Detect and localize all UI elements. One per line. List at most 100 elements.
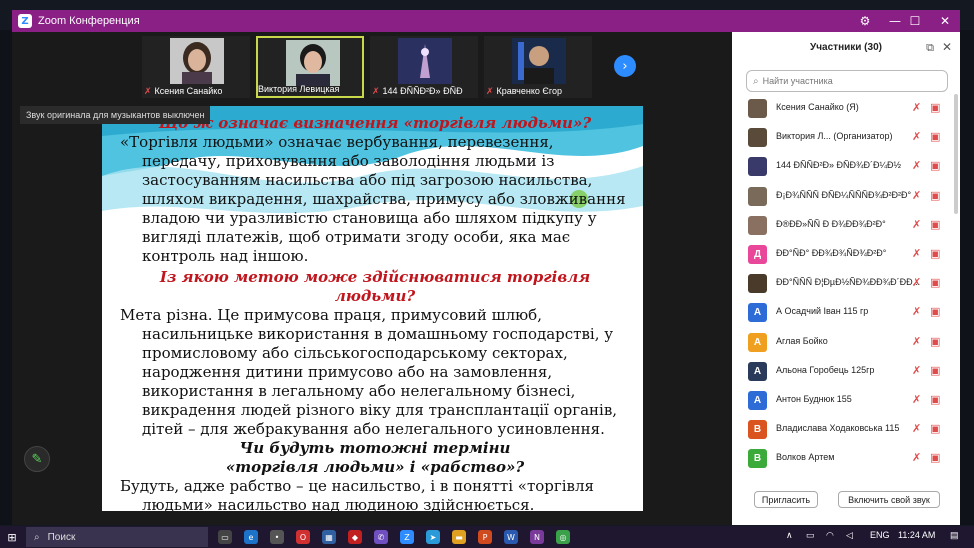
- avatar: А: [748, 332, 767, 352]
- windows-start-icon[interactable]: ⊞: [6, 531, 18, 544]
- word-icon[interactable]: W: [504, 530, 518, 544]
- popout-icon[interactable]: ⧉: [926, 41, 934, 55]
- task-view-icon[interactable]: ▭: [218, 530, 232, 544]
- participant-video-icon: [512, 38, 566, 84]
- telegram-icon[interactable]: ➤: [426, 530, 440, 544]
- slide-paragraph: «Торгівля людьми» означає вербування, пе…: [120, 133, 626, 265]
- video-off-icon[interactable]: ▣: [930, 130, 940, 143]
- video-off-icon[interactable]: ▣: [930, 364, 940, 377]
- participant-search[interactable]: ⌕: [746, 70, 948, 92]
- thumbnail-name: 144 ÐÑÑÐ²Ð» ÐÑÐ: [382, 86, 463, 96]
- mic-off-icon[interactable]: ✗: [912, 159, 921, 172]
- mic-off-icon[interactable]: ✗: [912, 451, 921, 464]
- video-off-icon[interactable]: ▣: [930, 393, 940, 406]
- video-off-icon[interactable]: ▣: [930, 218, 940, 231]
- participant-row[interactable]: А Альона Горобець 125гр ✗ ▣: [732, 357, 960, 386]
- app-icon[interactable]: •: [270, 530, 284, 544]
- participant-row[interactable]: Ð¡Ð¾ÑÑÑ ÐÑÐ¼ÑÑÑÐ¾Ð²Ð²Ð° ✗ ▣: [732, 182, 960, 211]
- participant-row[interactable]: А Аглая Бойко ✗ ▣: [732, 328, 960, 357]
- volume-icon[interactable]: ◁: [846, 530, 853, 541]
- video-off-icon[interactable]: ▣: [930, 247, 940, 260]
- participant-row[interactable]: А Антон Буднюк 155 ✗ ▣: [732, 386, 960, 415]
- slide-heading: Чи будуть тотожні терміни «торгівля людь…: [225, 439, 525, 476]
- powerpoint-icon[interactable]: P: [478, 530, 492, 544]
- video-off-icon[interactable]: ▣: [930, 451, 940, 464]
- video-thumbnail[interactable]: ✗ Ксения Санайко: [142, 36, 250, 98]
- mic-off-icon[interactable]: ✗: [912, 335, 921, 348]
- mic-off-icon[interactable]: ✗: [912, 218, 921, 231]
- app-icon[interactable]: ◆: [348, 530, 362, 544]
- video-off-icon[interactable]: ▣: [930, 189, 940, 202]
- unmute-self-button[interactable]: Включить свой звук: [838, 491, 940, 508]
- wifi-icon[interactable]: ◠: [826, 530, 834, 541]
- video-off-icon[interactable]: ▣: [930, 276, 940, 289]
- participant-list-scrollbar[interactable]: [954, 94, 958, 214]
- mic-off-icon: ✗: [486, 85, 494, 96]
- participant-name: Ксения Санайко (Я): [776, 102, 859, 112]
- video-off-icon[interactable]: ▣: [930, 159, 940, 172]
- thumbnail-name: Ксения Санайко: [154, 86, 223, 96]
- invite-button[interactable]: Пригласить: [754, 491, 818, 508]
- mic-off-icon[interactable]: ✗: [912, 364, 921, 377]
- viber-icon[interactable]: ✆: [374, 530, 388, 544]
- edge-icon[interactable]: e: [244, 530, 258, 544]
- onenote-icon[interactable]: N: [530, 530, 544, 544]
- settings-icon[interactable]: ⚙: [850, 10, 880, 32]
- language-indicator[interactable]: ENG: [870, 530, 890, 540]
- participant-row[interactable]: Ð®ÐÐ»ÑÑ Ð Ð¾ÐÐ¾Ð²Ð° ✗ ▣: [732, 211, 960, 240]
- participant-list: Ксения Санайко (Я) ✗ ▣ Виктория Л... (Орган…: [732, 94, 960, 484]
- mic-off-icon[interactable]: ✗: [912, 422, 921, 435]
- participant-row[interactable]: ÐÐ°ÑÑÑ Ð¦ÐµÐ½ÑÐ¾ÐÐ¾Ð´ÐÐ... ✗ ▣: [732, 269, 960, 298]
- video-off-icon[interactable]: ▣: [930, 422, 940, 435]
- opera-icon[interactable]: O: [296, 530, 310, 544]
- video-off-icon[interactable]: ▣: [930, 101, 940, 114]
- participant-row[interactable]: В Владислава Ходаковська 115 ✗ ▣: [732, 415, 960, 444]
- mic-off-icon[interactable]: ✗: [912, 247, 921, 260]
- video-thumbnail[interactable]: ✗ Кравченко Єгор: [484, 36, 592, 98]
- taskbar: ⊞ ⌕ Поиск ▭ e • O ▦ ◆ ✆ Z ➤ ▬ P W N ◎ ∧ …: [0, 526, 974, 548]
- participant-row[interactable]: 144 ÐÑÑÐ²Ð» ÐÑÐ¾Ð´Ð¼Ð½ ✗ ▣: [732, 152, 960, 181]
- window-title: Zoom Конференция: [38, 15, 140, 27]
- maximize-button[interactable]: ☐: [900, 10, 930, 32]
- app-icon[interactable]: ◎: [556, 530, 570, 544]
- mic-off-icon[interactable]: ✗: [912, 276, 921, 289]
- taskbar-search[interactable]: ⌕ Поиск: [26, 527, 208, 547]
- next-page-button[interactable]: ›: [614, 55, 636, 77]
- annotate-pen-icon[interactable]: ✎: [24, 446, 50, 472]
- mic-off-icon[interactable]: ✗: [912, 393, 921, 406]
- avatar: В: [748, 420, 767, 440]
- close-button[interactable]: ✕: [930, 10, 960, 32]
- participant-name: Альона Горобець 125гр: [776, 364, 875, 375]
- zoom-taskbar-icon[interactable]: Z: [400, 530, 414, 544]
- store-icon[interactable]: ▦: [322, 530, 336, 544]
- participant-row[interactable]: А А Осадчий Іван 115 гр ✗ ▣: [732, 298, 960, 327]
- video-off-icon[interactable]: ▣: [930, 305, 940, 318]
- mic-off-icon[interactable]: ✗: [912, 101, 921, 114]
- audio-notice: Звук оригинала для музыкантов выключен: [20, 106, 211, 124]
- participants-panel: Участники (30) ⧉ ✕ ⌕ Ксения Санайко (Я)✗…: [732, 32, 960, 525]
- folder-icon[interactable]: ▬: [452, 530, 466, 544]
- participant-name: Владислава Ходаковська 115: [776, 423, 900, 434]
- participant-row[interactable]: Ксения Санайко (Я) ✗ ▣: [732, 94, 960, 123]
- avatar: [748, 274, 767, 294]
- clock[interactable]: 11:24 AM: [898, 530, 935, 540]
- video-thumbnail[interactable]: ✗ 144 ÐÑÑÐ²Ð» ÐÑÐ: [370, 36, 478, 98]
- search-icon: ⌕: [753, 75, 759, 87]
- shared-slide: Що ж означає визначення «торгівля людьми…: [102, 106, 643, 511]
- panel-footer: Пригласить Включить свой звук: [732, 489, 960, 513]
- mic-off-icon[interactable]: ✗: [912, 305, 921, 318]
- notifications-icon[interactable]: ▤: [950, 530, 959, 541]
- desktop-right-strip: [960, 30, 974, 525]
- participant-row[interactable]: Д ÐÐ°ÑÐ° ÐÐ¾Ð¾ÑÐ¾Ð²Ð° ✗ ▣: [732, 240, 960, 269]
- tray-chevron-icon[interactable]: ∧: [786, 530, 793, 541]
- mic-off-icon[interactable]: ✗: [912, 130, 921, 143]
- video-off-icon[interactable]: ▣: [930, 335, 940, 348]
- participant-search-input[interactable]: [762, 76, 933, 86]
- zoom-logo-icon: Z: [18, 14, 32, 28]
- video-thumbnail-active[interactable]: Виктория Левицкая: [256, 36, 364, 98]
- panel-close-icon[interactable]: ✕: [942, 40, 952, 54]
- mic-off-icon[interactable]: ✗: [912, 189, 921, 202]
- participant-row[interactable]: Виктория Л... (Организатор) ✗ ▣: [732, 123, 960, 152]
- participant-row[interactable]: В Волков Артем ✗ ▣: [732, 444, 960, 473]
- network-icon[interactable]: ▭: [806, 530, 815, 541]
